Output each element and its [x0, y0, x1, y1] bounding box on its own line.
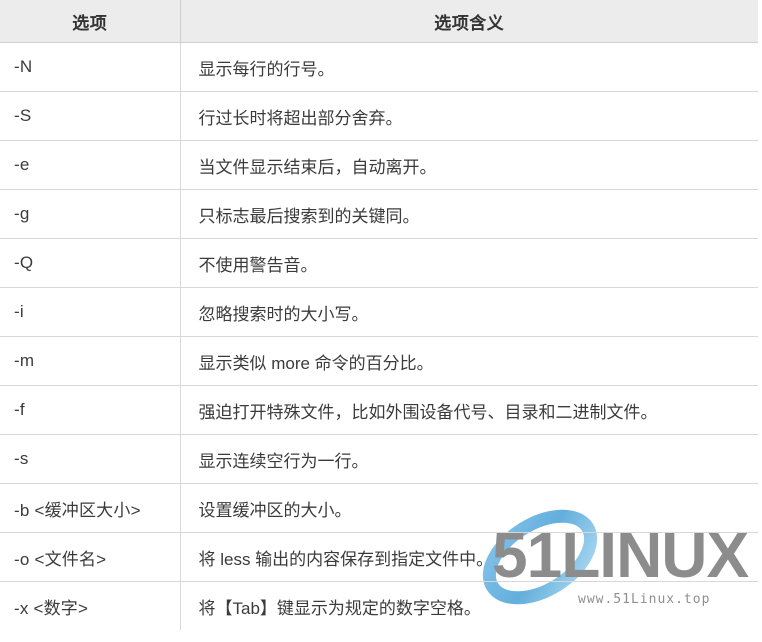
cell-meaning: 当文件显示结束后，自动离开。: [180, 140, 758, 190]
cell-option: -S: [0, 91, 181, 141]
cell-option: -f: [0, 385, 181, 435]
cell-option: -Q: [0, 238, 181, 288]
cell-meaning: 设置缓冲区的大小。: [180, 483, 758, 533]
table-header: 选项 选项含义: [0, 0, 758, 43]
table-row: -b <缓冲区大小> 设置缓冲区的大小。: [0, 483, 758, 533]
cell-meaning: 将 less 输出的内容保存到指定文件中。: [180, 532, 758, 582]
table-body: -N 显示每行的行号。 -S 行过长时将超出部分舍弃。 -e 当文件显示结束后，…: [0, 42, 758, 630]
cell-option: -N: [0, 42, 181, 92]
cell-meaning: 显示连续空行为一行。: [180, 434, 758, 484]
column-header-meaning: 选项含义: [180, 0, 758, 43]
table-row: -e 当文件显示结束后，自动离开。: [0, 140, 758, 190]
cell-meaning: 将【Tab】键显示为规定的数字空格。: [198, 598, 481, 618]
cell-option: -x <数字>: [0, 581, 181, 630]
cell-meaning: 显示每行的行号。: [180, 42, 758, 92]
table-row: -m 显示类似 more 命令的百分比。: [0, 336, 758, 386]
cell-option: -m: [0, 336, 181, 386]
table-row: -g 只标志最后搜索到的关键同。: [0, 189, 758, 239]
table-row: -S 行过长时将超出部分舍弃。: [0, 91, 758, 141]
table-row: -Q 不使用警告音。: [0, 238, 758, 288]
table-row: -x <数字> 将【Tab】键显示为规定的数字空格。: [0, 581, 758, 630]
cell-option: -i: [0, 287, 181, 337]
cell-option: -b <缓冲区大小>: [0, 483, 181, 533]
header-row: 选项 选项含义: [0, 0, 758, 43]
cell-option: -s: [0, 434, 181, 484]
column-header-option: 选项: [0, 0, 181, 43]
table-row: -o <文件名> 将 less 输出的内容保存到指定文件中。: [0, 532, 758, 582]
less-options-table: 选项 选项含义 -N 显示每行的行号。 -S 行过长时将超出部分舍弃。 -e 当…: [0, 0, 758, 630]
cell-option: -g: [0, 189, 181, 239]
cell-meaning: 强迫打开特殊文件，比如外围设备代号、目录和二进制文件。: [180, 385, 758, 435]
cell-meaning: 显示类似 more 命令的百分比。: [180, 336, 758, 386]
cell-meaning: 不使用警告音。: [180, 238, 758, 288]
table-row: -s 显示连续空行为一行。: [0, 434, 758, 484]
cell-option: -e: [0, 140, 181, 190]
cell-meaning: 只标志最后搜索到的关键同。: [180, 189, 758, 239]
table-row: -i 忽略搜索时的大小写。: [0, 287, 758, 337]
page-root: 51LINUX www.51Linux.top 选项 选项含义 -N 显示每行的…: [0, 0, 762, 642]
table-row: -f 强迫打开特殊文件，比如外围设备代号、目录和二进制文件。: [0, 385, 758, 435]
cell-meaning: 忽略搜索时的大小写。: [180, 287, 758, 337]
table-row: -N 显示每行的行号。: [0, 42, 758, 92]
cell-option: -o <文件名>: [0, 532, 181, 582]
cell-meaning: 行过长时将超出部分舍弃。: [180, 91, 758, 141]
